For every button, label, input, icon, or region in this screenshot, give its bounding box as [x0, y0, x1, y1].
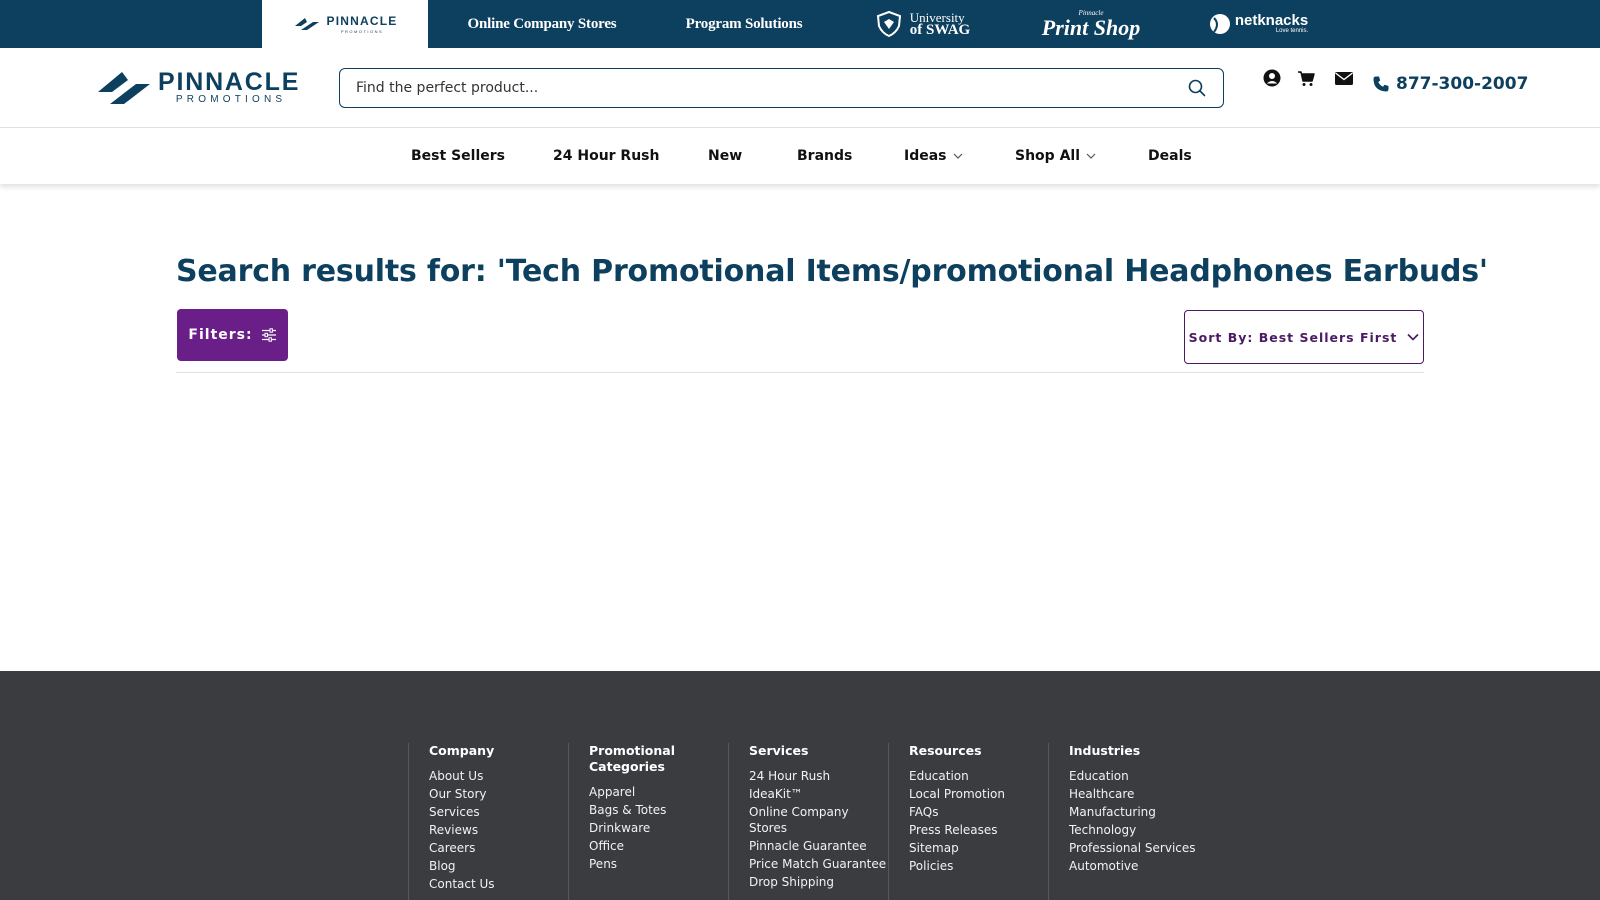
nav-brands-label: Brands — [797, 148, 853, 164]
nav-best-sellers-label: Best Sellers — [411, 148, 505, 164]
brand-tab-university-of-swag[interactable]: University of SWAG — [866, 0, 978, 48]
nav-brands[interactable]: Brands — [797, 128, 852, 184]
footer-link[interactable]: Healthcare — [1069, 786, 1208, 802]
mail-icon[interactable] — [1334, 68, 1354, 88]
logo-tagline: PROMOTIONS — [175, 94, 287, 105]
footer-link[interactable]: FAQs — [909, 804, 1048, 820]
nav-ideas[interactable]: Ideas — [904, 128, 963, 184]
footer-link[interactable]: Reviews — [429, 822, 568, 838]
main-nav: Best Sellers 24 Hour Rush New Brands Ide… — [0, 128, 1600, 184]
nav-shop-all-label: Shop All — [1015, 148, 1080, 164]
phone-icon — [1373, 76, 1389, 92]
page-title: Search results for: 'Tech Promotional It… — [176, 254, 1488, 289]
footer-link[interactable]: Apparel — [589, 784, 728, 800]
nav-new[interactable]: New — [708, 128, 742, 184]
phone-link[interactable]: 877-300-2007 — [1372, 74, 1528, 94]
footer-link[interactable]: Pens — [589, 856, 728, 872]
logo-wordmark: PINNACLE — [158, 68, 301, 96]
brand-tab-pinnacle[interactable]: PINNACLE PROMOTIONS — [262, 0, 428, 48]
footer-link[interactable]: Bags & Totes — [589, 802, 728, 818]
shield-crest-icon — [876, 10, 901, 38]
footer-link[interactable]: Careers — [429, 840, 568, 856]
nav-24-hour-rush[interactable]: 24 Hour Rush — [553, 128, 659, 184]
footer-link[interactable]: IdeaKit™ — [749, 786, 888, 802]
nav-24-hour-rush-label: 24 Hour Rush — [553, 148, 660, 164]
footer-column-heading: Promotional Categories — [589, 743, 675, 774]
footer-column-company: Company About Us Our Story Services Revi… — [408, 743, 568, 900]
footer-link[interactable]: Price Match Guarantee — [749, 856, 888, 872]
footer-column-industries: Industries Education Healthcare Manufact… — [1048, 743, 1208, 900]
nav-deals[interactable]: Deals — [1148, 128, 1192, 184]
footer-column-heading: Industries — [1069, 743, 1141, 758]
chevron-down-icon — [1407, 333, 1419, 341]
sliders-icon — [261, 328, 276, 342]
chevron-down-icon — [953, 151, 963, 161]
footer-link[interactable]: Office — [589, 838, 728, 854]
tennis-ball-icon — [1209, 14, 1230, 34]
footer-column-resources: Resources Education Local Promotion FAQs… — [888, 743, 1048, 900]
footer-link[interactable]: Pinnacle Guarantee — [749, 838, 888, 854]
results-divider — [176, 372, 1424, 373]
footer-link[interactable]: Professional Services — [1069, 840, 1208, 856]
cart-icon[interactable] — [1296, 68, 1316, 88]
brand-tab-netknacks-tagline: Love tennis. — [1275, 28, 1309, 34]
site-logo[interactable]: PINNACLE PROMOTIONS — [96, 68, 300, 106]
footer-link[interactable]: 24 Hour Rush — [749, 768, 888, 784]
footer-link[interactable]: Services — [429, 804, 568, 820]
pinnacle-logo-icon — [294, 18, 319, 30]
nav-ideas-label: Ideas — [904, 148, 947, 164]
footer-link[interactable]: Sitemap — [909, 840, 1048, 856]
phone-number: 877-300-2007 — [1396, 74, 1529, 94]
user-icon[interactable] — [1262, 68, 1282, 88]
nav-shop-all[interactable]: Shop All — [1015, 128, 1096, 184]
nav-best-sellers[interactable]: Best Sellers — [411, 128, 505, 184]
site-header: PINNACLE PROMOTIONS Find the perfect pro… — [0, 48, 1600, 128]
brand-tab-program-solutions-label: Program Solutions — [685, 15, 803, 32]
footer-column-heading: Company — [429, 743, 495, 758]
footer-link[interactable]: Manufacturing — [1069, 804, 1208, 820]
chevron-down-icon — [1086, 151, 1096, 161]
search-bar — [339, 68, 1224, 108]
footer-link[interactable]: Education — [1069, 768, 1208, 784]
brand-tab-online-company-stores-label: Online Company Stores — [467, 15, 617, 32]
footer-link[interactable]: Education — [909, 768, 1048, 784]
brand-tab-online-company-stores[interactable]: Online Company Stores — [462, 0, 622, 48]
nav-deals-label: Deals — [1148, 148, 1192, 164]
pinnacle-logo-icon — [98, 72, 150, 104]
brand-tab-netknacks-label: netknacks — [1234, 12, 1309, 29]
footer-link[interactable]: Our Story — [429, 786, 568, 802]
footer-link[interactable]: Online Company Stores — [749, 804, 888, 836]
brand-tab-pinnacle-label: PINNACLE — [326, 14, 398, 28]
footer-link[interactable]: Contact Us — [429, 876, 568, 892]
site-footer: Company About Us Our Story Services Revi… — [0, 671, 1600, 900]
footer-link[interactable]: Drop Shipping — [749, 874, 888, 890]
footer-link[interactable]: Automotive — [1069, 858, 1208, 874]
brand-tab-program-solutions[interactable]: Program Solutions — [672, 0, 816, 48]
nav-new-label: New — [708, 148, 743, 164]
footer-link[interactable]: Blog — [429, 858, 568, 874]
footer-link[interactable]: Policies — [909, 858, 1048, 874]
footer-link[interactable]: Technology — [1069, 822, 1208, 838]
sort-dropdown[interactable]: Sort By: Best Sellers First — [1184, 310, 1424, 364]
brand-tab-print-shop[interactable]: Pinnacle Print Shop — [1036, 0, 1146, 48]
brand-tab-netknacks[interactable]: netknacks Love tennis. — [1206, 0, 1310, 48]
footer-column-heading: Services — [749, 743, 809, 758]
brand-tab-swag-line2: of SWAG — [909, 22, 971, 38]
footer-link[interactable]: Drinkware — [589, 820, 728, 836]
brand-tab-pinnacle-sublabel: PROMOTIONS — [340, 29, 384, 34]
footer-link[interactable]: Local Promotion — [909, 786, 1048, 802]
footer-column-heading: Resources — [909, 743, 982, 758]
filters-button[interactable]: Filters: — [177, 309, 288, 361]
search-input[interactable] — [356, 80, 1187, 96]
footer-column-services: Services 24 Hour Rush IdeaKit™ Online Co… — [728, 743, 888, 900]
brand-tab-print-shop-big: Print Shop — [1041, 14, 1141, 40]
footer-column-promotional-categories: Promotional Categories Apparel Bags & To… — [568, 743, 728, 900]
brand-bar: PINNACLE PROMOTIONS Online Company Store… — [0, 0, 1600, 48]
footer-link[interactable]: About Us — [429, 768, 568, 784]
filters-button-label: Filters: — [188, 327, 253, 343]
sort-dropdown-label: Sort By: Best Sellers First — [1188, 329, 1398, 345]
footer-link[interactable]: Press Releases — [909, 822, 1048, 838]
search-icon[interactable] — [1187, 78, 1207, 98]
